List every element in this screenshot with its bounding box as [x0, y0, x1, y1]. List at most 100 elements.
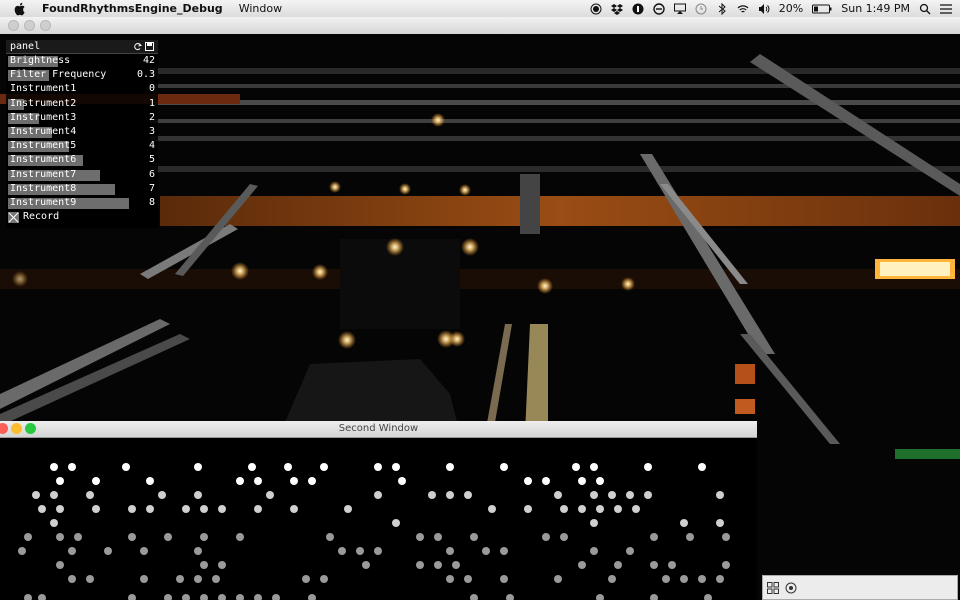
rhythm-dot — [542, 533, 550, 541]
apple-menu-icon[interactable] — [12, 1, 28, 17]
main-window-titlebar[interactable] — [0, 17, 960, 35]
rhythm-dot — [92, 505, 100, 513]
rhythm-dot — [446, 547, 454, 555]
rhythm-dot — [284, 463, 292, 471]
rhythm-dot — [650, 561, 658, 569]
rhythm-dot — [374, 547, 382, 555]
rhythm-dot — [74, 533, 82, 541]
slider-label: Instrument5 — [10, 140, 77, 152]
clock[interactable]: Sun 1:49 PM — [841, 2, 910, 15]
record-circle-icon[interactable] — [785, 582, 797, 594]
slider-instrument7[interactable]: Instrument7 6 — [6, 168, 158, 182]
rhythm-dot — [92, 477, 100, 485]
rhythm-dot — [266, 491, 274, 499]
rhythm-dot — [716, 491, 724, 499]
second-window-minimize-button[interactable] — [11, 423, 22, 434]
slider-instrument2[interactable]: Instrument2 1 — [6, 97, 158, 111]
wifi-icon[interactable] — [737, 3, 749, 15]
slider-instrument4[interactable]: Instrument4 3 — [6, 125, 158, 139]
rhythm-dot — [596, 594, 604, 600]
app-name-menu[interactable]: FoundRhythmsEngine_Debug — [42, 2, 223, 15]
slider-instrument6[interactable]: Instrument6 5 — [6, 153, 158, 167]
rhythm-dot — [608, 575, 616, 583]
slider-instrument1[interactable]: Instrument1 0 — [6, 82, 158, 96]
save-icon[interactable] — [145, 42, 154, 51]
slider-label: Instrument9 — [10, 196, 77, 208]
slider-value: 4 — [148, 140, 155, 152]
panel-header[interactable]: panel — [6, 40, 158, 54]
rhythm-dot — [236, 533, 244, 541]
rhythm-dot — [554, 491, 562, 499]
slider-value: 0 — [148, 83, 155, 95]
slider-instrument9[interactable]: Instrument9 8 — [6, 196, 158, 210]
rhythm-dot — [326, 533, 334, 541]
second-window-titlebar[interactable]: Second Window — [0, 421, 757, 438]
rhythm-dot — [434, 561, 442, 569]
bluetooth-icon[interactable] — [716, 2, 728, 15]
slider-label: Brightness — [10, 55, 71, 66]
rhythm-dot — [194, 575, 202, 583]
record-checkbox[interactable] — [8, 212, 19, 224]
notification-center-icon[interactable] — [940, 3, 952, 15]
rhythm-dot — [218, 594, 226, 600]
rhythm-dot — [146, 477, 154, 485]
slider-instrument3[interactable]: Instrument3 2 — [6, 111, 158, 125]
block-icon[interactable] — [653, 2, 665, 15]
slider-value: 2 — [148, 111, 155, 123]
rhythm-dot — [32, 491, 40, 499]
rhythm-dot — [722, 561, 730, 569]
rhythm-dot — [218, 505, 226, 513]
slider-filter-frequency[interactable]: Filter Frequency 0.3 — [6, 68, 158, 82]
minimize-button[interactable] — [24, 20, 35, 31]
rhythm-dot — [24, 594, 32, 600]
zoom-button[interactable] — [40, 20, 51, 31]
rhythm-dot — [182, 594, 190, 600]
record-icon[interactable] — [590, 3, 602, 15]
time-machine-icon[interactable] — [695, 3, 707, 15]
spotlight-search-icon[interactable] — [919, 3, 931, 15]
rhythm-dot — [176, 575, 184, 583]
rhythm-dot — [248, 463, 256, 471]
reload-icon[interactable] — [133, 42, 142, 51]
rhythm-dot — [560, 533, 568, 541]
rhythm-dot — [164, 533, 172, 541]
second-window-title: Second Window — [338, 423, 419, 434]
second-window-zoom-button[interactable] — [25, 423, 36, 434]
airplay-icon[interactable] — [673, 3, 686, 15]
volume-icon[interactable] — [758, 3, 770, 15]
rhythm-dot — [716, 519, 724, 527]
rhythm-dot — [374, 463, 382, 471]
rhythm-dot — [614, 505, 622, 513]
second-window-close-button[interactable] — [0, 423, 8, 434]
control-panel[interactable]: panel Brightness 42 Filter Frequency 0.3… — [6, 40, 158, 228]
rhythm-dot — [590, 519, 598, 527]
rhythm-dot — [236, 477, 244, 485]
rhythm-dot — [254, 594, 262, 600]
1password-icon[interactable] — [632, 3, 644, 15]
slider-value: 6 — [148, 168, 155, 180]
grid-icon[interactable] — [767, 581, 779, 594]
rhythm-dot — [398, 477, 406, 485]
window-menu[interactable]: Window — [239, 2, 282, 15]
close-button[interactable] — [8, 20, 19, 31]
rhythm-dot — [500, 575, 508, 583]
rhythm-dot — [122, 463, 130, 471]
rhythm-dot — [200, 561, 208, 569]
slider-brightness[interactable]: Brightness 42 — [6, 54, 158, 68]
mini-toolbar-window[interactable] — [762, 575, 958, 600]
battery-percentage[interactable]: 20% — [779, 2, 803, 15]
rhythm-dot — [56, 505, 64, 513]
rhythm-dot — [608, 491, 616, 499]
rhythm-dot — [104, 547, 112, 555]
slider-instrument5[interactable]: Instrument5 4 — [6, 139, 158, 153]
battery-icon[interactable] — [812, 3, 832, 15]
record-toggle[interactable]: Record — [6, 210, 158, 224]
slider-instrument8[interactable]: Instrument8 7 — [6, 182, 158, 196]
rhythm-dot — [626, 547, 634, 555]
rhythm-dot — [446, 463, 454, 471]
rhythm-dot — [128, 594, 136, 600]
dropbox-icon[interactable] — [610, 3, 623, 15]
rhythm-dot — [446, 491, 454, 499]
rhythm-dot — [506, 594, 514, 600]
rhythm-dot — [200, 594, 208, 600]
